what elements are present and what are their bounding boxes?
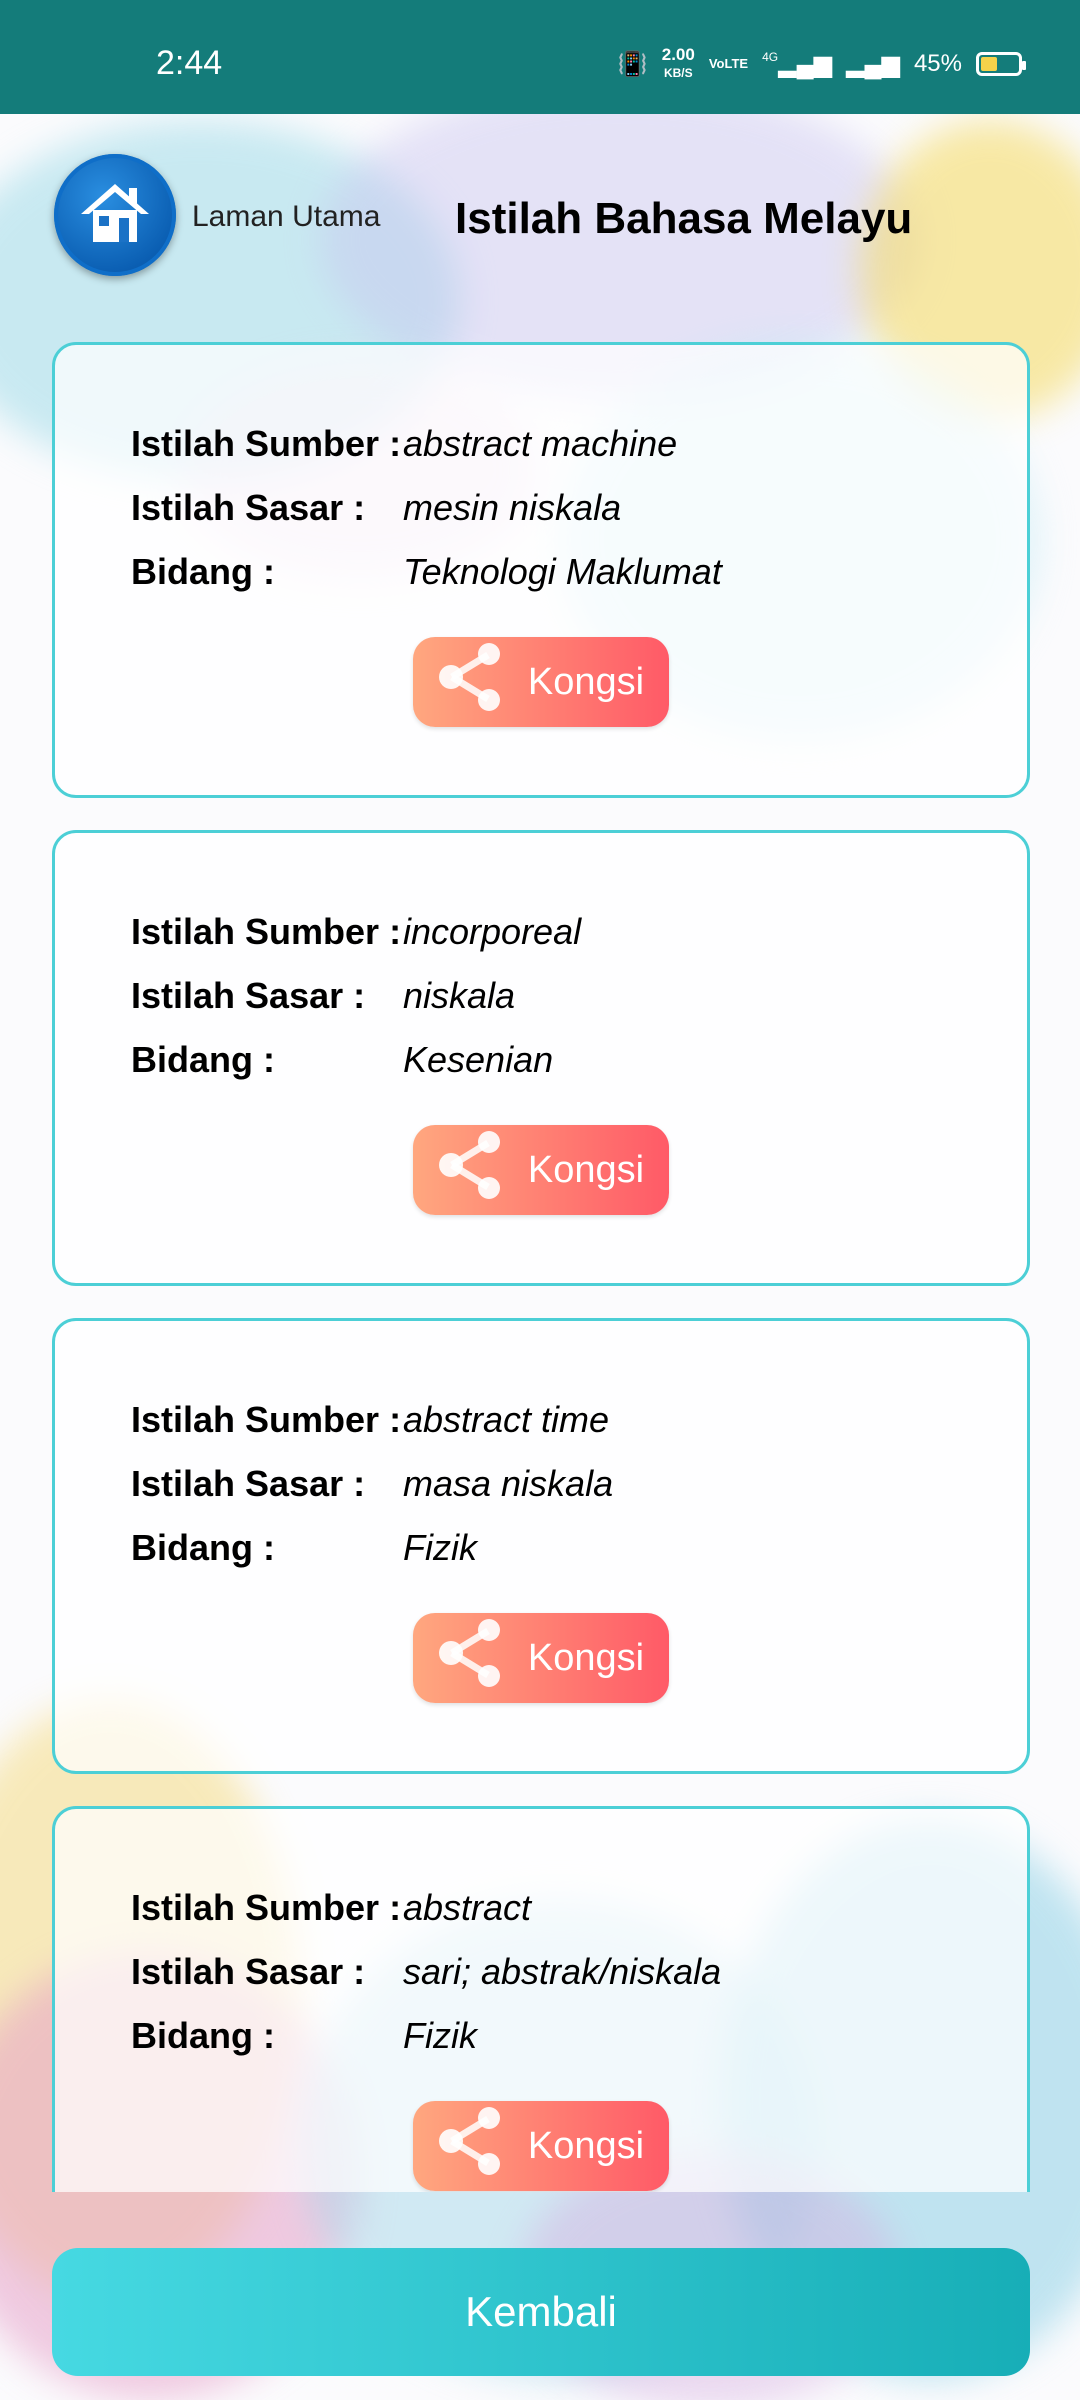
battery-level [981,57,998,71]
term-card: Istilah Sumber : abstract Istilah Sasar … [52,1806,1030,2192]
net-speed: 2.00 KB/S [661,45,695,81]
share-icon [438,642,502,722]
field-label: Bidang : [131,1527,275,1568]
home-icon [79,180,151,251]
home-label[interactable]: Laman Utama [192,200,380,234]
field-value: Fizik [403,2015,477,2056]
target-row: Istilah Sasar : mesin niskala [131,487,621,529]
term-card: Istilah Sumber : abstract machine Istila… [52,342,1030,798]
share-label: Kongsi [527,2124,645,2167]
share-label: Kongsi [527,1636,645,1679]
share-label: Kongsi [527,660,645,703]
back-button[interactable]: Kembali [52,2248,1030,2376]
share-icon [438,1130,502,1210]
status-bar: 2:44 📳 2.00 KB/S VoLTE 4G▂▄▆ ▂▄▆ 45% [0,0,1080,114]
home-button[interactable] [54,154,176,276]
field-row: Bidang : Kesenian [131,1039,553,1081]
vibrate-icon: 📳 [617,50,648,78]
target-label: Istilah Sasar : [131,487,366,528]
field-row: Bidang : Fizik [131,1527,477,1569]
field-label: Bidang : [131,551,275,592]
share-label: Kongsi [527,1148,645,1191]
field-row: Bidang : Fizik [131,2015,477,2057]
target-row: Istilah Sasar : sari; abstrak/niskala [131,1951,721,1993]
target-term: mesin niskala [403,487,622,528]
status-icons: 📳 2.00 KB/S VoLTE 4G▂▄▆ ▂▄▆ 45% [617,45,1026,82]
share-icon [438,1618,502,1698]
field-value: Fizik [403,1527,477,1568]
target-row: Istilah Sasar : masa niskala [131,1463,613,1505]
share-icon [438,2106,502,2186]
source-label: Istilah Sumber : [131,911,402,952]
volte-indicator: VoLTE [708,56,749,71]
back-label: Kembali [465,2288,617,2335]
target-label: Istilah Sasar : [131,1463,366,1504]
target-row: Istilah Sasar : niskala [131,975,515,1017]
field-value: Kesenian [403,1039,554,1080]
share-button[interactable]: Kongsi [413,1613,669,1703]
share-button[interactable]: Kongsi [413,637,669,727]
target-term: sari; abstrak/niskala [403,1951,722,1992]
field-label: Bidang : [131,1039,275,1080]
target-term: niskala [403,975,516,1016]
field-row: Bidang : Teknologi Maklumat [131,551,722,593]
battery-percent: 45% [913,50,962,77]
signal-icon-2: ▂▄▆ [846,50,900,78]
source-label: Istilah Sumber : [131,1887,402,1928]
battery-icon [976,52,1026,76]
share-button[interactable]: Kongsi [413,1125,669,1215]
target-term: masa niskala [403,1463,614,1504]
target-label: Istilah Sasar : [131,975,366,1016]
source-term: abstract time [403,1399,610,1440]
source-row: Istilah Sumber : incorporeal [131,911,581,953]
source-row: Istilah Sumber : abstract time [131,1399,609,1441]
page-title: Istilah Bahasa Melayu [455,194,913,243]
term-card: Istilah Sumber : incorporeal Istilah Sas… [52,830,1030,1286]
source-label: Istilah Sumber : [131,423,402,464]
status-time: 2:44 [156,44,223,82]
source-row: Istilah Sumber : abstract machine [131,423,677,465]
source-term: incorporeal [403,911,582,952]
signal-icon-1: 4G▂▄▆ [762,49,833,78]
field-label: Bidang : [131,2015,275,2056]
field-value: Teknologi Maklumat [403,551,722,592]
source-label: Istilah Sumber : [131,1399,402,1440]
header: Laman Utama Istilah Bahasa Melayu [0,150,1080,290]
term-list[interactable]: Istilah Sumber : abstract machine Istila… [52,342,1032,2192]
term-card: Istilah Sumber : abstract time Istilah S… [52,1318,1030,1774]
source-term: abstract [403,1887,532,1928]
source-row: Istilah Sumber : abstract [131,1887,531,1929]
share-button[interactable]: Kongsi [413,2101,669,2191]
target-label: Istilah Sasar : [131,1951,366,1992]
source-term: abstract machine [403,423,678,464]
